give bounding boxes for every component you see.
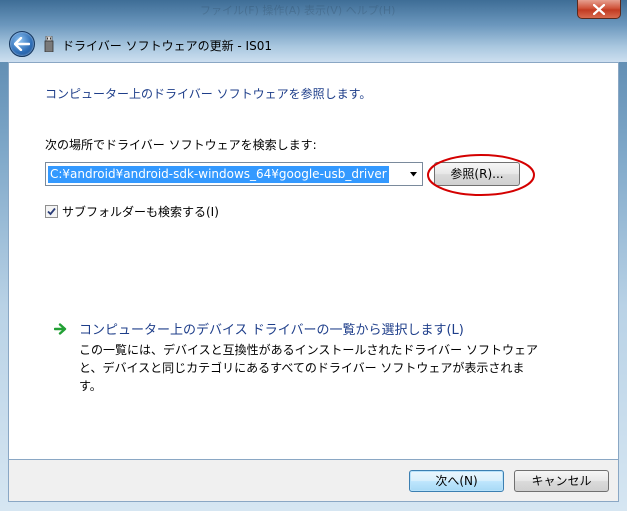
pick-from-list-link[interactable]: コンピューター上のデバイス ドライバーの一覧から選択します(L) — [79, 319, 464, 338]
search-location-label: 次の場所でドライバー ソフトウェアを検索します: — [45, 138, 317, 152]
cancel-button[interactable]: キャンセル — [514, 470, 609, 492]
description-line: この一覧には、デバイスと互換性があるインストールされたドライバー ソフトウェア — [79, 343, 538, 357]
description-line: す。 — [79, 379, 102, 393]
subfolder-checkbox[interactable] — [45, 204, 58, 218]
description-line: と、デバイスと同じカテゴリにあるすべてのドライバー ソフトウェアが表示されま — [79, 361, 525, 375]
window-title: ドライバー ソフトウェアの更新 - IS01 — [62, 39, 272, 53]
subfolder-option[interactable]: サブフォルダーも検索する(I) — [45, 202, 219, 220]
close-button[interactable] — [577, 0, 621, 19]
wizard-footer: 次へ(N) キャンセル — [8, 460, 619, 502]
path-combobox[interactable]: C:¥android¥android-sdk-windows_64¥google… — [45, 162, 423, 186]
chevron-down-icon — [409, 171, 417, 176]
path-input-value[interactable]: C:¥android¥android-sdk-windows_64¥google… — [48, 166, 389, 183]
browse-area: 参照(R)... — [425, 152, 537, 198]
background-window-menu: ファイル(F) 操作(A) 表示(V) ヘルプ(H) — [200, 4, 396, 17]
next-button[interactable]: 次へ(N) — [409, 470, 504, 492]
usb-device-icon — [44, 36, 54, 52]
red-highlight-ellipse — [427, 154, 535, 196]
page-heading: コンピューター上のドライバー ソフトウェアを参照します。 — [45, 87, 372, 101]
green-arrow-icon — [54, 323, 67, 335]
back-button[interactable] — [9, 31, 35, 57]
pick-from-list-description: この一覧には、デバイスと互換性があるインストールされたドライバー ソフトウェア … — [79, 341, 549, 395]
title-bar: ファイル(F) 操作(A) 表示(V) ヘルプ(H) ドライバー ソフトウェアの… — [0, 0, 627, 62]
close-icon — [593, 3, 605, 15]
subfolder-checkbox-label[interactable]: サブフォルダーも検索する(I) — [62, 203, 219, 220]
back-arrow-icon — [14, 37, 30, 51]
combobox-dropdown-button[interactable] — [404, 163, 422, 185]
wizard-content: コンピューター上のドライバー ソフトウェアを参照します。 次の場所でドライバー … — [8, 62, 619, 460]
checkmark-icon — [47, 207, 56, 215]
